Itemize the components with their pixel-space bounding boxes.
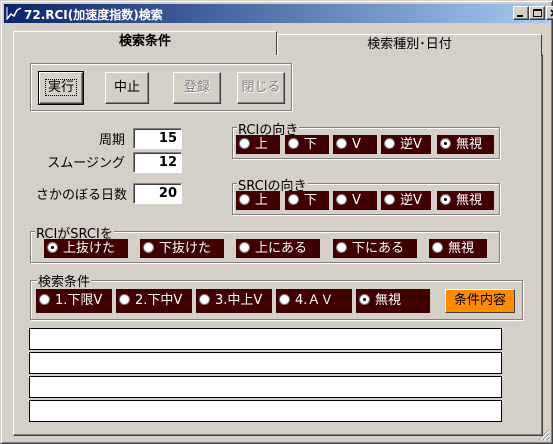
close-button[interactable]: 閉じる xyxy=(237,72,285,104)
radio-icon xyxy=(143,242,154,253)
radio-label: 下抜けた xyxy=(159,241,212,256)
register-button[interactable]: 登録 xyxy=(173,72,221,104)
close-icon xyxy=(550,9,553,17)
title-bar[interactable]: 72.RCI(加速度指数)検索 xyxy=(4,4,553,23)
srci-dir-v-radio[interactable]: V xyxy=(333,191,377,210)
radio-label: 無視 xyxy=(456,193,483,208)
radio-label: 1.下限V xyxy=(55,293,103,308)
is-below-radio[interactable]: 下にある xyxy=(333,239,417,258)
maximize-icon xyxy=(533,9,542,17)
lookback-days-input[interactable]: 20 xyxy=(133,183,182,204)
radio-label: 上 xyxy=(255,193,269,208)
radio-label: 上にある xyxy=(255,241,308,256)
cross-below-radio[interactable]: 下抜けた xyxy=(140,239,224,258)
radio-icon xyxy=(336,242,347,253)
maximize-button[interactable] xyxy=(529,6,545,20)
cond-ignore-radio[interactable]: 無視 xyxy=(356,289,430,313)
minimize-icon xyxy=(517,15,523,17)
radio-selected-icon xyxy=(359,294,370,305)
radio-label: 逆V xyxy=(400,137,422,152)
tab-search-conditions[interactable]: 検索条件 xyxy=(13,31,277,55)
rci-dir-v-radio[interactable]: V xyxy=(333,135,377,154)
radio-icon xyxy=(199,294,210,305)
tab-label: 検索条件 xyxy=(118,34,171,49)
period-input[interactable]: 15 xyxy=(133,128,182,149)
close-window-button[interactable] xyxy=(546,6,553,20)
period-label: 周期 xyxy=(98,133,125,148)
result-line-1 xyxy=(29,328,502,350)
rci-dir-up-radio[interactable]: 上 xyxy=(236,135,280,154)
cond-av-radio[interactable]: 4.ＡＶ xyxy=(276,289,352,313)
cond-mid-upper-v-radio[interactable]: 3.中上V xyxy=(196,289,272,313)
radio-selected-icon xyxy=(440,138,451,149)
radio-selected-icon xyxy=(440,194,451,205)
register-button-label: 登録 xyxy=(183,80,210,95)
srci-dir-inverse-v-radio[interactable]: 逆V xyxy=(381,191,431,210)
rci-dir-down-radio[interactable]: 下 xyxy=(285,135,329,154)
radio-icon xyxy=(239,242,250,253)
radio-icon xyxy=(239,194,250,205)
close-button-label: 閉じる xyxy=(241,80,281,95)
chart-icon xyxy=(6,7,22,20)
tab-label: 検索種別･日付 xyxy=(367,37,452,52)
radio-icon xyxy=(119,294,130,305)
radio-icon xyxy=(336,194,347,205)
radio-icon xyxy=(288,194,299,205)
cond-lower-v-radio[interactable]: 1.下限V xyxy=(36,289,112,313)
is-above-radio[interactable]: 上にある xyxy=(236,239,320,258)
minimize-button[interactable] xyxy=(513,6,529,20)
result-line-2 xyxy=(29,352,502,374)
cross-above-radio[interactable]: 上抜けた xyxy=(44,239,128,258)
smoothing-input[interactable]: 12 xyxy=(133,152,182,173)
stop-button[interactable]: 中止 xyxy=(105,72,149,104)
result-line-4 xyxy=(29,400,502,422)
radio-icon xyxy=(288,138,299,149)
radio-label: 2.下中V xyxy=(135,293,183,308)
srci-dir-up-radio[interactable]: 上 xyxy=(236,191,280,210)
radio-label: V xyxy=(352,137,361,152)
radio-label: V xyxy=(352,193,361,208)
radio-icon xyxy=(432,242,443,253)
radio-icon xyxy=(39,294,50,305)
cond-lower-mid-v-radio[interactable]: 2.下中V xyxy=(116,289,192,313)
cross-ignore-radio[interactable]: 無視 xyxy=(429,239,487,258)
condition-details-button[interactable]: 条件内容 xyxy=(445,289,515,313)
run-button[interactable]: 実行 xyxy=(38,71,84,105)
radio-selected-icon xyxy=(47,242,58,253)
radio-label: 逆V xyxy=(400,193,422,208)
srci-dir-down-radio[interactable]: 下 xyxy=(285,191,329,210)
radio-icon xyxy=(336,138,347,149)
srci-dir-ignore-radio[interactable]: 無視 xyxy=(437,191,494,210)
window-title: 72.RCI(加速度指数)検索 xyxy=(24,8,163,22)
radio-icon xyxy=(384,194,395,205)
radio-label: 無視 xyxy=(375,293,402,308)
radio-label: 下にある xyxy=(352,241,405,256)
radio-icon xyxy=(279,294,290,305)
radio-label: 下 xyxy=(304,137,318,152)
resize-grip-icon[interactable] xyxy=(538,429,550,441)
tab-search-type-date[interactable]: 検索種別･日付 xyxy=(277,34,542,56)
main-window: 72.RCI(加速度指数)検索 検索条件 検索種別･日付 実行 中止 登録 閉じ… xyxy=(0,0,553,444)
radio-label: 4.ＡＶ xyxy=(295,293,334,308)
radio-label: 上抜けた xyxy=(63,241,116,256)
rci-dir-inverse-v-radio[interactable]: 逆V xyxy=(381,135,431,154)
stop-button-label: 中止 xyxy=(113,80,140,95)
radio-icon xyxy=(239,138,250,149)
radio-label: 無視 xyxy=(456,137,483,152)
lookback-days-label: さかのぼる日数 xyxy=(35,188,127,203)
rci-dir-ignore-radio[interactable]: 無視 xyxy=(437,135,494,154)
radio-label: 上 xyxy=(255,137,269,152)
radio-label: 下 xyxy=(304,193,318,208)
radio-label: 3.中上V xyxy=(215,293,263,308)
condition-details-label: 条件内容 xyxy=(453,293,506,308)
run-button-label: 実行 xyxy=(44,79,77,96)
radio-icon xyxy=(384,138,395,149)
result-line-3 xyxy=(29,376,502,398)
search-condition-title: 検索条件 xyxy=(37,271,92,290)
smoothing-label: スムージング xyxy=(47,156,125,171)
radio-label: 無視 xyxy=(448,241,475,256)
